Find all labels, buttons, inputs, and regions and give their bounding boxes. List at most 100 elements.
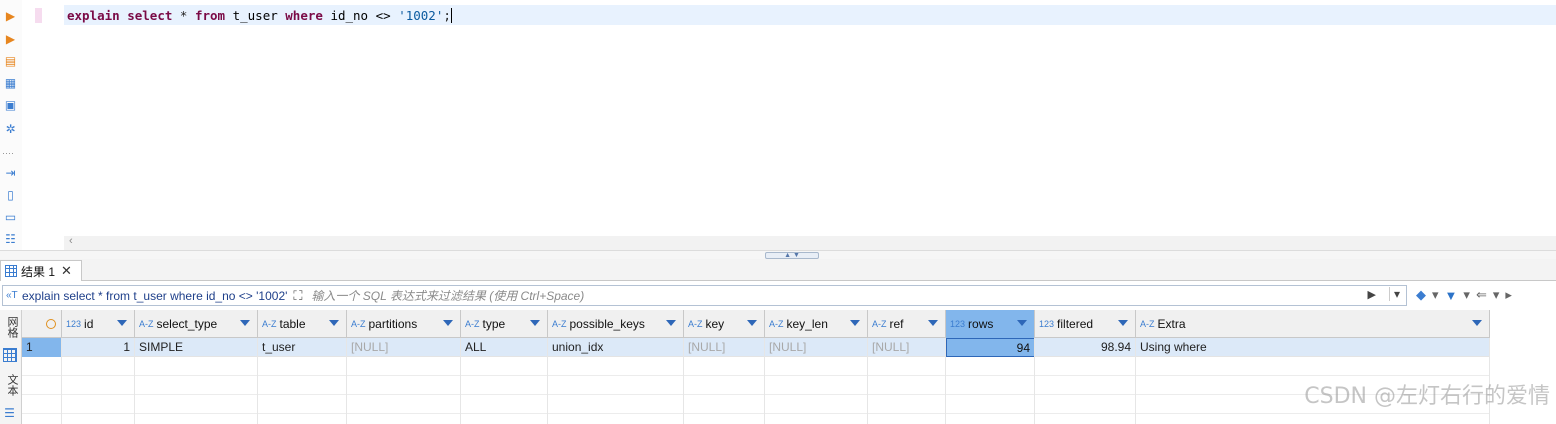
result-view-switcher: 网格 文本 ☰ xyxy=(0,310,22,424)
column-name: rows xyxy=(968,317,994,331)
forward-icon[interactable]: ▸ xyxy=(1505,287,1512,303)
sql-editor[interactable]: explain select * from t_user where id_no… xyxy=(64,0,1556,236)
string-type-icon: A-Z xyxy=(552,319,567,329)
run-statement-icon[interactable]: ▶ xyxy=(3,9,18,24)
chevron-down-icon[interactable]: ▾ xyxy=(1493,287,1500,303)
chevron-down-icon[interactable] xyxy=(530,320,540,326)
grid-line xyxy=(1135,338,1136,424)
grid-line xyxy=(945,338,946,424)
grid-icon xyxy=(5,265,17,277)
chevron-down-icon[interactable] xyxy=(747,320,757,326)
cell-extra[interactable]: Using where xyxy=(1136,338,1490,357)
grid-icon[interactable] xyxy=(3,348,17,362)
cell-rows[interactable]: 94 xyxy=(946,338,1035,357)
sql-token: * xyxy=(172,8,195,23)
column-header-ref[interactable]: A-Z ref xyxy=(868,310,946,338)
column-header-filtered[interactable]: 123 filtered xyxy=(1035,310,1136,338)
chevron-down-icon[interactable]: ▾ xyxy=(1432,287,1439,303)
cell-select-type[interactable]: SIMPLE xyxy=(135,338,258,357)
filter-placeholder: 输入一个 SQL 表达式来过滤结果 (使用 Ctrl+Space) xyxy=(311,289,585,303)
cell-filtered[interactable]: 98.94 xyxy=(1035,338,1136,357)
sql-statement-line[interactable]: explain select * from t_user where id_no… xyxy=(67,8,452,24)
editor-results-splitter[interactable]: ▲ ▼ xyxy=(0,250,1556,259)
column-name: type xyxy=(482,317,506,331)
column-header-key[interactable]: A-Z key xyxy=(684,310,765,338)
cell-possible-keys[interactable]: union_idx xyxy=(548,338,684,357)
new-script-icon[interactable]: ▯ xyxy=(3,188,18,203)
filter-history-icon[interactable]: ▾ xyxy=(1388,287,1400,301)
editor-horizontal-scrollbar[interactable]: ‹ xyxy=(64,235,1556,250)
chevron-down-icon[interactable] xyxy=(117,320,127,326)
tab-text-view[interactable]: 文本 xyxy=(1,374,20,396)
back-icon[interactable]: ⇐ xyxy=(1476,287,1487,303)
column-header-partitions[interactable]: A-Z partitions xyxy=(347,310,461,338)
empty-row xyxy=(22,357,1490,376)
chevron-down-icon[interactable]: ▾ xyxy=(1463,287,1470,303)
column-header-extra[interactable]: A-Z Extra xyxy=(1136,310,1490,338)
splitter-handle[interactable]: ▲ ▼ xyxy=(765,252,819,259)
column-header-select-type[interactable]: A-Z select_type xyxy=(135,310,258,338)
column-name: select_type xyxy=(156,317,218,331)
chevron-down-icon[interactable] xyxy=(850,320,860,326)
chevron-down-icon[interactable] xyxy=(928,320,938,326)
string-type-icon: A-Z xyxy=(351,319,366,329)
editor-toolbar: ▶ ▶ ▤ ▦ ▣ ✲ ···· ⇥ ▯ ▭ ☷ xyxy=(0,0,22,258)
table-row[interactable]: 1 1 SIMPLE t_user [NULL] ALL union_idx [NULL] [N… xyxy=(22,338,1490,357)
sql-token: id_no <> xyxy=(322,8,399,23)
tab-grid-view[interactable]: 网格 xyxy=(1,316,20,338)
column-header-id[interactable]: 123 id xyxy=(62,310,135,338)
numeric-type-icon: 123 xyxy=(1039,319,1055,329)
text-caret xyxy=(450,8,452,23)
chevron-down-icon[interactable] xyxy=(1118,320,1128,326)
chevron-down-icon[interactable] xyxy=(240,320,250,326)
column-header-table[interactable]: A-Z table xyxy=(258,310,347,338)
filter-query-text: explain select * from t_user where id_no… xyxy=(22,288,288,303)
chevron-down-icon[interactable] xyxy=(666,320,676,326)
panel-icon[interactable]: ☰ xyxy=(2,406,17,421)
string-type-icon: A-Z xyxy=(769,319,784,329)
cell-ref[interactable]: [NULL] xyxy=(868,338,946,357)
cell-table[interactable]: t_user xyxy=(258,338,347,357)
settings-icon[interactable]: ✲ xyxy=(3,122,18,137)
column-name: partitions xyxy=(368,317,418,331)
toolbar-separator: ···· xyxy=(2,148,14,158)
format-icon[interactable]: ▭ xyxy=(3,210,18,225)
load-script-icon[interactable]: ▦ xyxy=(3,76,18,91)
column-header-key-len[interactable]: A-Z key_len xyxy=(765,310,868,338)
cell-partitions[interactable]: [NULL] xyxy=(347,338,461,357)
scroll-left-icon[interactable]: ‹ xyxy=(69,235,73,247)
grid-line xyxy=(134,338,135,424)
row-number-header xyxy=(22,310,62,338)
row-number[interactable]: 1 xyxy=(22,338,62,357)
cell-key[interactable]: [NULL] xyxy=(684,338,765,357)
eraser-icon[interactable]: ◆ xyxy=(1416,287,1426,303)
result-tab-bar: 结果 1 ✕ xyxy=(0,259,1556,281)
chevron-down-icon[interactable] xyxy=(1017,320,1027,326)
funnel-icon[interactable]: ▼ xyxy=(1445,288,1458,303)
tab-result-1[interactable]: 结果 1 ✕ xyxy=(0,260,82,281)
cell-id[interactable]: 1 xyxy=(62,338,135,357)
chevron-down-icon[interactable] xyxy=(329,320,339,326)
column-name: Extra xyxy=(1157,317,1186,331)
filter-input[interactable]: «T explain select * from t_user where id… xyxy=(2,285,1407,306)
console-icon[interactable]: ▣ xyxy=(3,98,18,113)
cell-key-len[interactable]: [NULL] xyxy=(765,338,868,357)
expand-icon[interactable]: ⛶ xyxy=(293,288,311,304)
explain-plan-icon[interactable]: ▤ xyxy=(3,54,18,69)
column-header-possible-keys[interactable]: A-Z possible_keys xyxy=(548,310,684,338)
cell-type[interactable]: ALL xyxy=(461,338,548,357)
sql-token: '1002' xyxy=(398,8,444,23)
chevron-down-icon[interactable] xyxy=(443,320,453,326)
select-all-icon[interactable] xyxy=(46,319,56,329)
column-header-type[interactable]: A-Z type xyxy=(461,310,548,338)
numeric-type-icon: 123 xyxy=(950,319,966,329)
chevron-down-icon[interactable] xyxy=(1472,320,1482,326)
column-name: possible_keys xyxy=(569,317,645,331)
column-name: table xyxy=(279,317,306,331)
outline-icon[interactable]: ☷ xyxy=(3,232,18,247)
apply-filter-icon[interactable]: ▶ xyxy=(1368,288,1376,301)
close-icon[interactable]: ✕ xyxy=(61,263,72,279)
export-icon[interactable]: ⇥ xyxy=(3,166,18,181)
run-script-icon[interactable]: ▶ xyxy=(3,32,18,47)
column-header-rows[interactable]: 123 rows xyxy=(946,310,1035,338)
